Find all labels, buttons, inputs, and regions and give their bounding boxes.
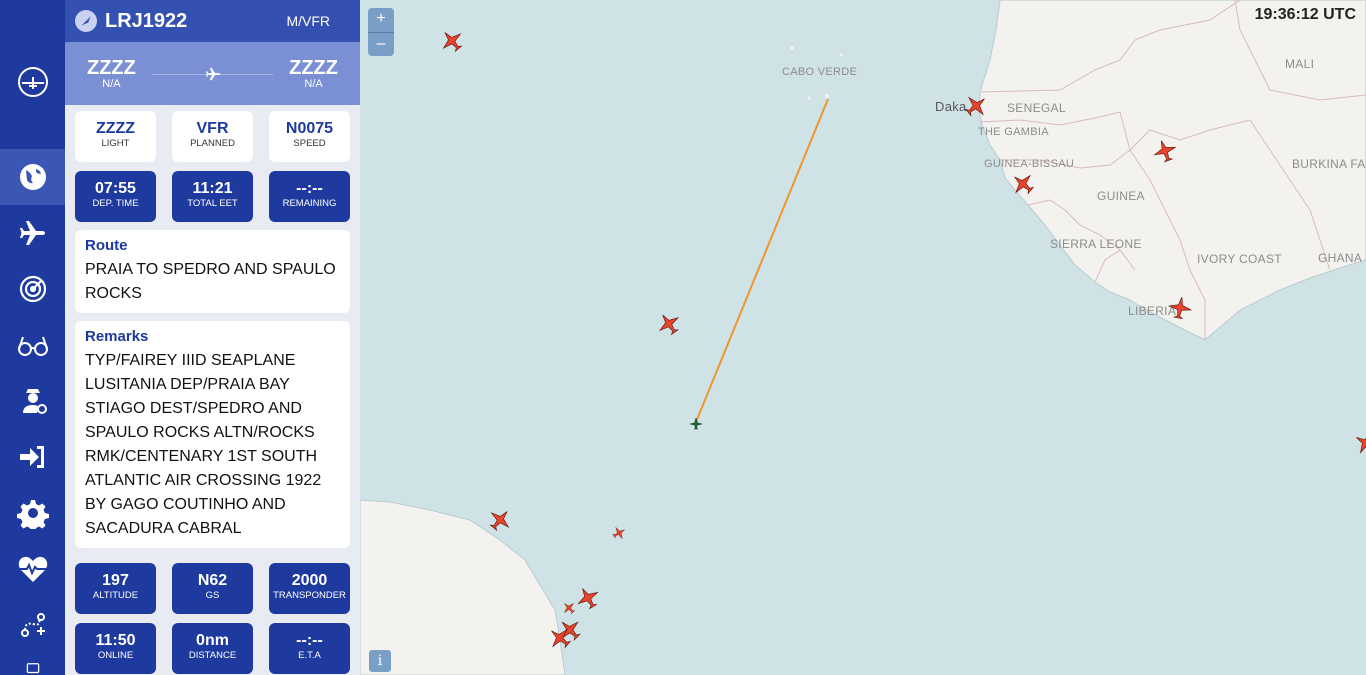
airplane-icon[interactable] [0,205,65,261]
gear-icon[interactable] [0,485,65,541]
info-row-3: 197 ALTITUDE N62 GS 2000 TRANSPONDER [75,563,350,614]
info-row-1: ZZZZ LIGHT VFR PLANNED N0075 SPEED [75,111,350,162]
label-mali: MALI [1285,57,1315,71]
aircraft-icon[interactable] [548,626,572,650]
utc-clock: 19:36:12 UTC [1254,6,1356,23]
route-icon[interactable] [0,597,65,653]
transponder-tile: 2000 TRANSPONDER [269,563,350,614]
glasses-icon[interactable] [0,317,65,373]
aircraft-icon[interactable] [1168,296,1192,320]
label-burkina-faso: BURKINA FASO [1292,157,1366,171]
label-dakar: Daka [935,99,967,114]
label-the-gambia: THE GAMBIA [978,126,1049,138]
login-icon[interactable] [0,429,65,485]
departure-airport[interactable]: ZZZZ N/A [87,58,136,90]
info-row-2: 07:55 DEP. TIME 11:21 TOTAL EET --:-- REMAI… [75,171,350,222]
globe-icon[interactable] [0,149,65,205]
label-senegal: SENEGAL [1007,101,1066,115]
label-sierra-leone: SIERRA LEONE [1050,237,1142,251]
remarks-title: Remarks [85,328,149,345]
route-airplane-icon [205,67,220,80]
route-bar: ZZZZ N/A ZZZZ N/A [65,42,360,105]
route-progress [151,59,274,89]
aircraft-icon[interactable] [488,508,512,532]
pilot-icon[interactable] [0,373,65,429]
zoom-in-button[interactable]: + [368,8,394,32]
flight-rules-tile: VFR PLANNED [172,111,253,162]
arrival-airport[interactable]: ZZZZ N/A [289,58,338,90]
aircraft-icon[interactable] [964,94,988,118]
logo-icon[interactable] [0,54,65,110]
aircraft-type-icon [75,10,97,32]
label-ghana: GHANA [1318,251,1363,265]
info-row-4: 11:50 ONLINE 0nm DISTANCE --:-- E.T.A [75,623,350,674]
label-guinea-bissau: GUINEA-BISSAU [984,158,1075,170]
route-card: Route PRAIA TO SPEDRO AND SPAULO ROCKS [75,230,350,313]
aircraft-icon[interactable] [1153,139,1177,163]
departure-name: N/A [102,77,121,90]
remarks-text: TYP/FAIREY IIID SEAPLANE LUSITANIA DEP/P… [85,352,322,537]
aircraft-icon[interactable] [612,526,626,540]
online-time-tile: 11:50 ONLINE [75,623,156,674]
callsign: LRJ1922 [105,9,188,32]
arrival-code: ZZZZ [289,56,338,79]
route-text: PRAIA TO SPEDRO AND SPAULO ROCKS [85,261,336,302]
departure-code: ZZZZ [87,56,136,79]
groundspeed-tile: N62 GS [172,563,253,614]
flight-panel: LRJ1922 M/VFR ZZZZ N/A ZZZZ N/A ZZZZ LIGH… [65,0,360,675]
aircraft-icon[interactable] [562,601,576,615]
heart-pulse-icon[interactable] [0,541,65,597]
label-ivory-coast: IVORY COAST [1197,252,1282,266]
radar-icon[interactable] [0,261,65,317]
more-icon[interactable] [0,655,65,675]
eta-tile: --:-- E.T.A [269,623,350,674]
aircraft-icon[interactable] [440,29,464,53]
aircraft-icon[interactable] [1011,172,1035,196]
planned-speed-tile: N0075 SPEED [269,111,350,162]
total-eet-tile: 11:21 TOTAL EET [172,171,253,222]
label-guinea: GUINEA [1097,189,1145,203]
route-title: Route [85,237,128,254]
zoom-control: + – [368,8,394,56]
info-button[interactable]: i [369,650,391,672]
map-base [360,0,1366,675]
remaining-tile: --:-- REMAINING [269,171,350,222]
flight-rules: M/VFR [286,13,330,29]
aircraft-icon[interactable] [576,586,600,610]
aircraft-icon[interactable] [1354,431,1366,455]
selected-aircraft-icon[interactable] [689,417,703,430]
altitude-tile: 197 ALTITUDE [75,563,156,614]
remarks-card: Remarks TYP/FAIREY IIID SEAPLANE LUSITAN… [75,321,350,548]
aircraft-icon[interactable] [657,312,681,336]
dep-time-tile: 07:55 DEP. TIME [75,171,156,222]
distance-tile: 0nm DISTANCE [172,623,253,674]
arrival-name: N/A [304,77,323,90]
label-cabo-verde: CABO VERDE [782,66,858,78]
map-view[interactable]: CABO VERDE Daka SENEGAL THE GAMBIA MALI … [360,0,1366,675]
zoom-out-button[interactable]: – [368,32,394,56]
wake-category-tile: ZZZZ LIGHT [75,111,156,162]
nav-rail [0,0,65,675]
flight-header: LRJ1922 M/VFR [65,0,360,42]
